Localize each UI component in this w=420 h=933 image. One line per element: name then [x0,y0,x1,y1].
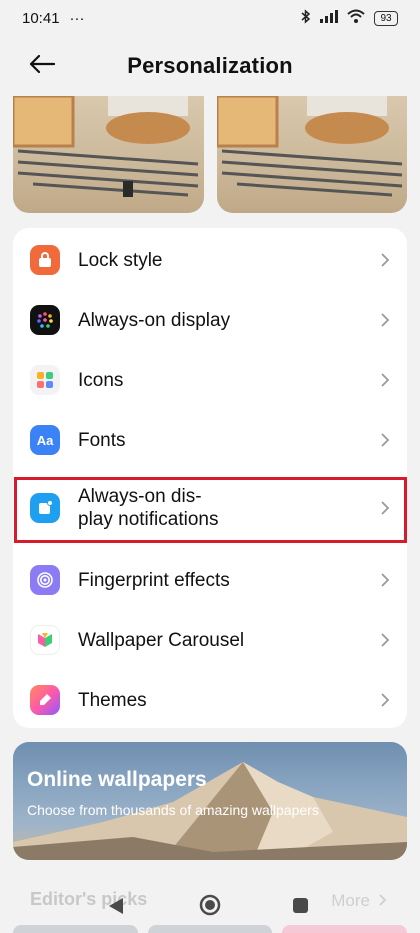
notification-icon [30,493,60,523]
fingerprint-icon [30,565,60,595]
lock-style-row[interactable]: Lock style [13,230,407,290]
thumbnail[interactable] [13,925,138,933]
fingerprint-effects-label: Fingerprint effects [78,569,230,591]
banner-title: Online wallpapers [27,768,207,791]
aod-notifications-label: Always-on dis- play notifications [78,486,219,530]
back-arrow-icon [29,54,56,78]
lock-icon [30,245,60,275]
icons-row[interactable]: Icons [13,350,407,410]
editors-picks-thumbnails [0,925,420,933]
fingerprint-effects-row[interactable]: Fingerprint effects [13,550,407,610]
always-on-display-label: Always-on display [78,309,231,331]
page-title: Personalization [127,53,293,78]
wallpaper-carousel-row[interactable]: Wallpaper Carousel [13,610,407,670]
icons-label: Icons [78,369,124,391]
chevron-right-icon [379,312,391,328]
settings-card: Lock style Always-on display Icons Aa Fo… [13,228,407,728]
thumbnail[interactable] [282,925,408,933]
carousel-icon [30,625,60,655]
status-bar: 10:41 ··· 93 [0,0,420,36]
nav-recents-button[interactable] [293,898,308,913]
fonts-label: Fonts [78,429,126,451]
bluetooth-icon [301,8,311,28]
chevron-right-icon [379,500,391,516]
status-time: 10:41 [22,9,60,27]
banner-subtitle: Choose from thousands of amazing wallpap… [27,802,319,818]
preview-image-right[interactable] [216,96,407,213]
grid-icon [30,365,60,395]
chevron-right-icon [379,252,391,268]
chevron-right-icon [379,632,391,648]
font-icon: Aa [30,425,60,455]
wifi-icon [347,9,365,27]
signal-icon [320,9,338,27]
battery-indicator: 93 [374,10,398,26]
back-button[interactable] [24,50,60,82]
navigation-bar [0,885,420,925]
chevron-right-icon [379,372,391,388]
chevron-right-icon [379,572,391,588]
header: Personalization [0,36,420,96]
thumbnail[interactable] [147,925,273,933]
online-wallpapers-banner[interactable]: Online wallpapers Choose from thousands … [13,742,407,860]
brush-icon [30,685,60,715]
lock-style-label: Lock style [78,249,163,271]
chevron-right-icon [379,432,391,448]
wallpaper-carousel-label: Wallpaper Carousel [78,629,245,651]
themes-row[interactable]: Themes [13,670,407,730]
preview-strip [13,96,407,213]
preview-image-left[interactable] [13,96,204,213]
aod-notifications-row[interactable]: Always-on dis- play notifications [13,475,407,541]
nav-home-button[interactable] [199,894,221,921]
nav-back-button[interactable] [104,895,126,922]
chevron-right-icon [379,692,391,708]
always-on-display-row[interactable]: Always-on display [13,290,407,350]
themes-label: Themes [78,689,147,711]
aod-dots-icon [30,305,60,335]
fonts-row[interactable]: Aa Fonts [13,410,407,470]
status-more: ··· [69,9,85,27]
